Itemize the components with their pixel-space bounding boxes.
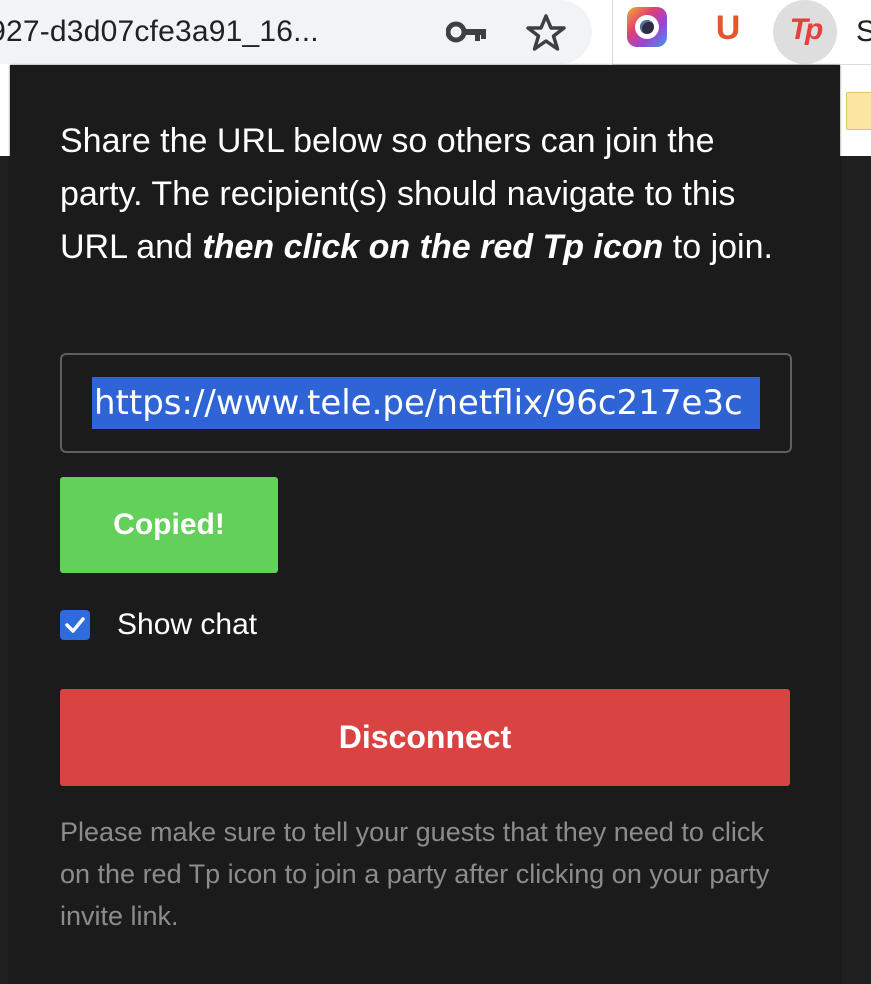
address-text[interactable]: -9927-d3d07cfe3a91_16... bbox=[0, 12, 319, 52]
star-icon[interactable] bbox=[526, 13, 566, 51]
disconnect-button[interactable]: Disconnect bbox=[60, 689, 790, 786]
share-url-box[interactable]: https://www.tele.pe/netflix/96c217e3c bbox=[60, 353, 792, 453]
share-url-input[interactable]: https://www.tele.pe/netflix/96c217e3c bbox=[92, 377, 760, 429]
intro-text-end: to join. bbox=[663, 228, 773, 266]
teleparty-popup: Share the URL below so others can join t… bbox=[10, 65, 840, 984]
u-extension-icon[interactable]: U bbox=[708, 8, 748, 48]
address-bar[interactable]: -9927-d3d07cfe3a91_16... bbox=[0, 0, 592, 64]
copy-url-button[interactable]: Copied! bbox=[60, 477, 278, 573]
tp-extension-icon[interactable]: Tp bbox=[787, 10, 824, 50]
guest-note: Please make sure to tell your guests tha… bbox=[60, 817, 770, 931]
intro-emphasis: then click on the red Tp icon bbox=[202, 228, 664, 266]
camera-extension-icon[interactable] bbox=[627, 7, 667, 47]
share-instructions: Share the URL below so others can join t… bbox=[60, 115, 800, 274]
camera-lens-inner bbox=[640, 20, 654, 34]
show-chat-checkbox[interactable] bbox=[60, 610, 90, 640]
page-background-top bbox=[0, 64, 10, 156]
partial-extension-icon[interactable]: S bbox=[856, 12, 871, 52]
bookmark-folder-icon[interactable] bbox=[846, 92, 871, 130]
show-chat-label[interactable]: Show chat bbox=[117, 605, 257, 645]
browser-toolbar: -9927-d3d07cfe3a91_16... U Tp S bbox=[0, 0, 871, 65]
checkmark-icon bbox=[65, 617, 85, 633]
key-icon[interactable] bbox=[446, 15, 488, 49]
